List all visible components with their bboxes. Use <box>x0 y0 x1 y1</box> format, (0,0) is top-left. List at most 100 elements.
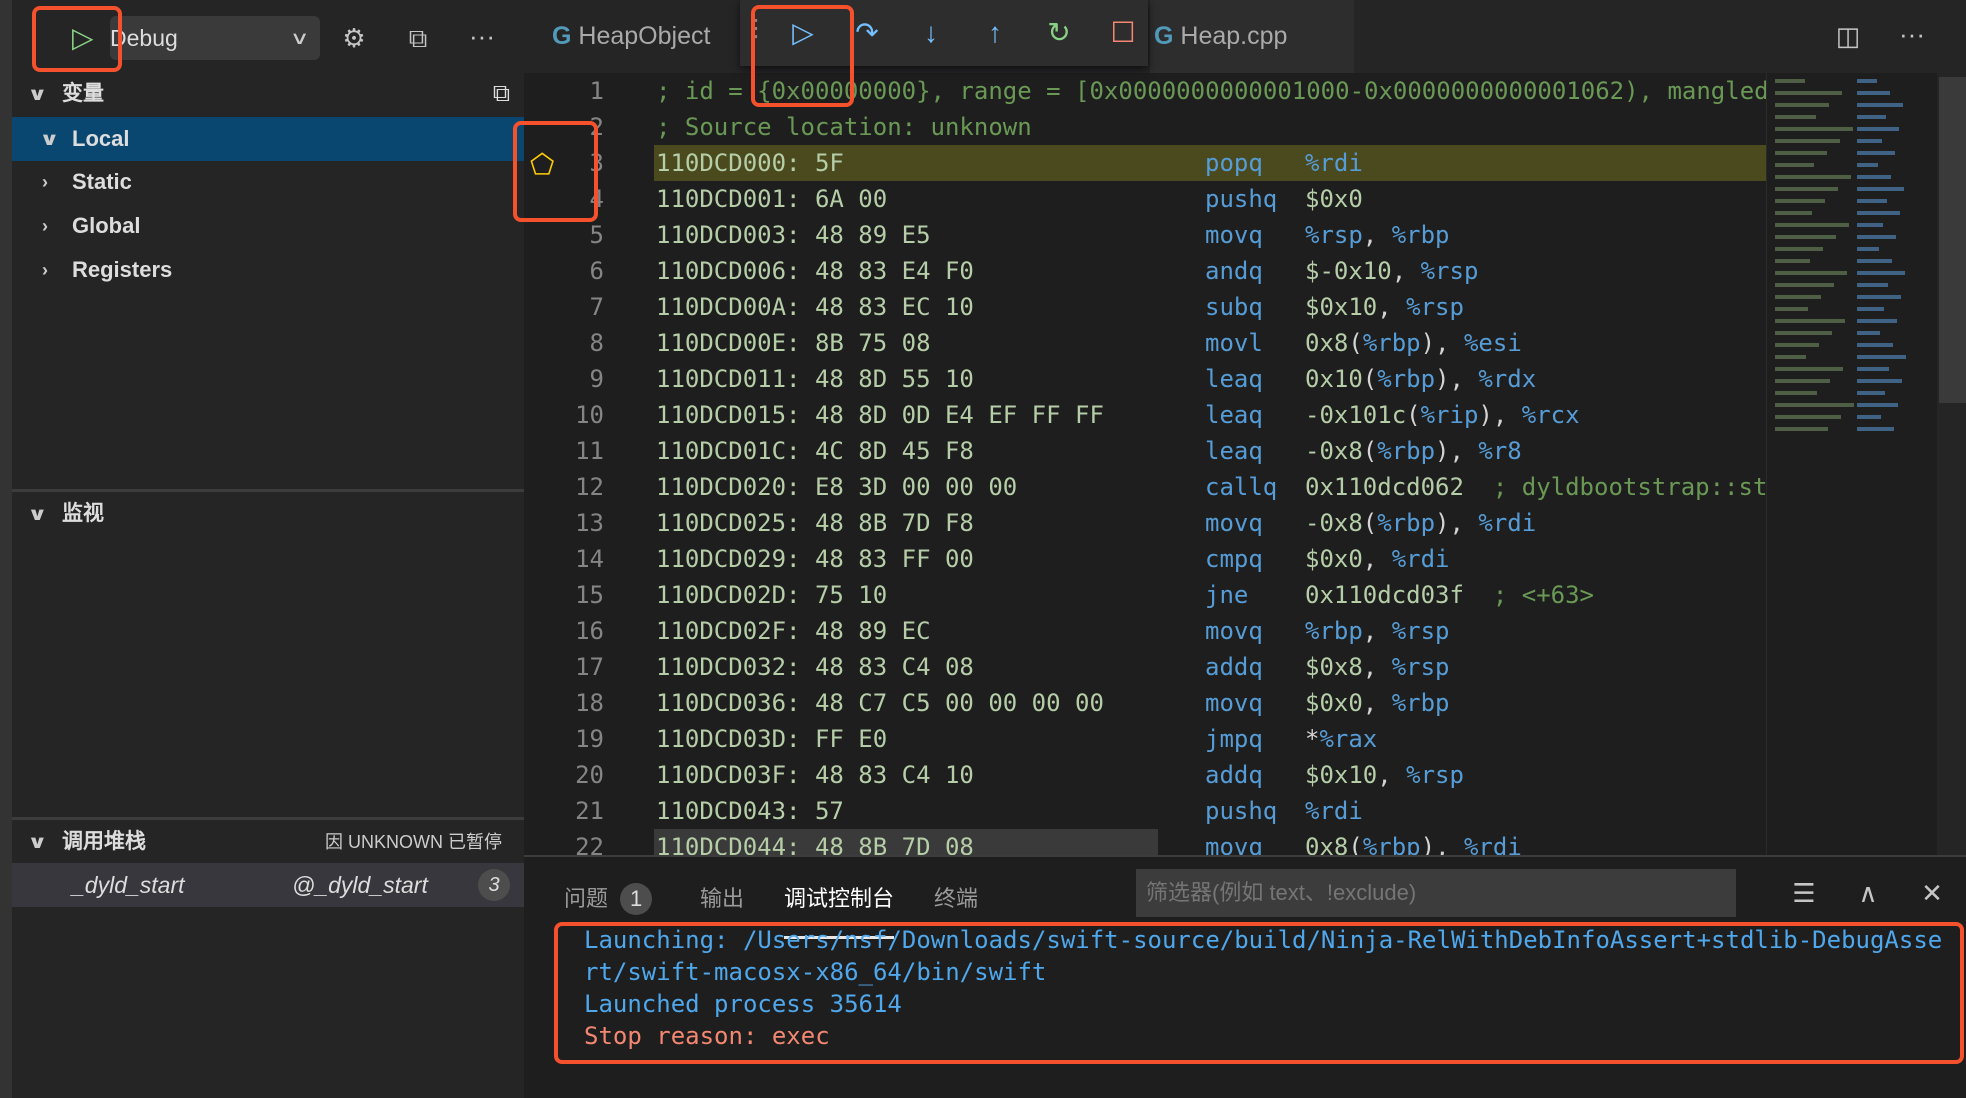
chevron-down-icon: ∨ <box>27 504 48 524</box>
mnemonic: pushq <box>1205 797 1278 825</box>
minimap-line <box>1857 283 1888 287</box>
editor-scrollbar[interactable] <box>1937 73 1966 855</box>
operand-token: , <box>1377 761 1407 789</box>
operand-token: %rdx <box>1478 365 1537 393</box>
mnemonic: movq <box>1205 833 1263 855</box>
mnemonic: movl <box>1205 329 1263 357</box>
line-number: 11 <box>575 437 604 465</box>
instruction-bytes: 110DCD001: 6A 00 <box>656 185 888 213</box>
operand-token: %rbp <box>1305 617 1363 645</box>
mnemonic: addq <box>1205 761 1263 789</box>
disassembly-editor[interactable]: 1 ; id = {0x00000000}, range = [0x0000000… <box>524 73 1766 855</box>
mnemonic: movq <box>1205 509 1263 537</box>
minimap-line <box>1775 295 1821 299</box>
scope-local[interactable]: ∨ Local <box>12 117 524 161</box>
drag-handle-icon[interactable]: ⋮ <box>744 14 768 43</box>
minimap-line <box>1857 175 1891 179</box>
minimap-line <box>1857 307 1884 311</box>
tab-terminal[interactable]: 终端 <box>934 881 978 917</box>
line-number: 16 <box>575 617 604 645</box>
operand-token: %rdi <box>1478 509 1537 537</box>
line-number: 12 <box>575 473 604 501</box>
clear-console-icon[interactable]: ☰ <box>1782 871 1826 915</box>
watch-section-header[interactable]: ∨ 监视 <box>12 492 524 536</box>
line-number: 21 <box>575 797 604 825</box>
minimap-line <box>1775 271 1847 275</box>
instruction-bytes: 110DCD003: 48 89 E5 <box>656 221 931 249</box>
restart-button[interactable]: ↻ <box>1034 10 1084 56</box>
operand-token: %rax <box>1319 725 1378 753</box>
minimap-line <box>1857 139 1882 143</box>
minimap-line <box>1775 163 1814 167</box>
minimap-line <box>1775 259 1810 263</box>
callstack-section-header[interactable]: ∨ 调用堆栈 因 UNKNOWN 已暂停 <box>12 820 524 864</box>
continue-button[interactable]: ▷ <box>778 10 828 56</box>
step-out-button[interactable]: ↑ <box>970 10 1020 56</box>
minimap-line <box>1857 127 1899 131</box>
debug-config-select[interactable]: ▷ Debug ∨ <box>72 16 320 60</box>
chevron-right-icon: › <box>42 216 48 236</box>
console-filter-input[interactable] <box>1136 869 1736 917</box>
collapse-all-icon[interactable]: ⧉ <box>493 72 510 116</box>
operand-token: %rbp <box>1362 833 1421 855</box>
operand-token: %rbp <box>1377 437 1436 465</box>
operand-token: %rcx <box>1521 401 1580 429</box>
operands: 0x8(%rbp), %rdi <box>1305 829 1522 855</box>
minimap-line <box>1775 379 1830 383</box>
gear-icon[interactable]: ⚙ <box>332 16 376 60</box>
step-into-button[interactable]: ↓ <box>906 10 956 56</box>
problems-badge: 1 <box>620 883 653 915</box>
play-icon[interactable]: ▷ <box>72 16 94 60</box>
code-line: 14 110DCD029: 48 83 FF 00 cmpq $0x0, %rdi <box>524 541 1766 577</box>
tab-problems[interactable]: 问题 1 <box>564 881 653 917</box>
callstack-frame[interactable]: _dyld_start @_dyld_start 3 <box>12 863 524 907</box>
operand-token: ( <box>1362 365 1378 393</box>
stop-button[interactable]: ☐ <box>1098 10 1148 56</box>
frame-location: @_dyld_start <box>292 872 428 898</box>
close-panel-icon[interactable]: ✕ <box>1910 871 1954 915</box>
variables-section-header[interactable]: ∨ 变量 ⧉ <box>12 72 524 116</box>
step-over-button[interactable]: ↷ <box>842 10 892 56</box>
more-icon[interactable]: ··· <box>1890 12 1934 56</box>
scope-global[interactable]: › Global <box>12 204 524 248</box>
scope-static[interactable]: › Static <box>12 160 524 204</box>
operand-token: , <box>1362 653 1392 681</box>
minimap-line <box>1857 355 1906 359</box>
chevron-right-icon: › <box>42 260 48 280</box>
operands: %rdi <box>1305 145 1363 181</box>
mnemonic: leaq <box>1205 437 1263 465</box>
operand-token: ), <box>1420 329 1464 357</box>
operands: *%rax <box>1305 721 1377 757</box>
maximize-panel-icon[interactable]: ∧ <box>1846 871 1890 915</box>
minimap[interactable] <box>1766 73 1937 855</box>
line-number: 18 <box>575 689 604 717</box>
minimap-line <box>1775 415 1841 419</box>
operand-token: ( <box>1348 329 1363 357</box>
more-icon[interactable]: ··· <box>460 14 504 58</box>
minimap-line <box>1775 115 1816 119</box>
minimap-line <box>1857 403 1898 407</box>
instruction-bytes: 110DCD02D: 75 10 <box>656 581 888 609</box>
operand-token: , <box>1362 545 1392 573</box>
scope-label: Local <box>72 126 130 151</box>
split-editor-icon[interactable]: ◫ <box>1826 14 1870 58</box>
tab-output[interactable]: 输出 <box>700 881 744 917</box>
instruction-bytes: 110DCD025: 48 8B 7D F8 <box>656 509 974 537</box>
line-number: 3 <box>589 149 604 177</box>
code-line: 18 110DCD036: 48 C7 C5 00 00 00 00 movq $0x… <box>524 685 1766 721</box>
operand-token: $0x8 <box>1305 653 1363 681</box>
operand-token: * <box>1305 725 1320 753</box>
minimap-line <box>1857 103 1903 107</box>
operands: $-0x10, %rsp <box>1305 253 1478 289</box>
line-number: 17 <box>575 653 604 681</box>
chevron-down-icon[interactable]: ∨ <box>290 16 310 60</box>
instruction-bytes: 110DCD00A: 48 83 EC 10 <box>656 293 974 321</box>
code-line: 2 ; Source location: unknown <box>524 109 1766 145</box>
minimap-line <box>1857 367 1889 371</box>
tab-heapobject[interactable]: G HeapObject <box>552 0 742 73</box>
tab-heap-cpp[interactable]: G Heap.cpp <box>1150 0 1354 73</box>
minimap-line <box>1775 247 1823 251</box>
scope-registers[interactable]: › Registers <box>12 248 524 292</box>
operand-token: -0x8 <box>1305 509 1363 537</box>
debug-console-icon[interactable]: ⧉ <box>396 16 440 60</box>
